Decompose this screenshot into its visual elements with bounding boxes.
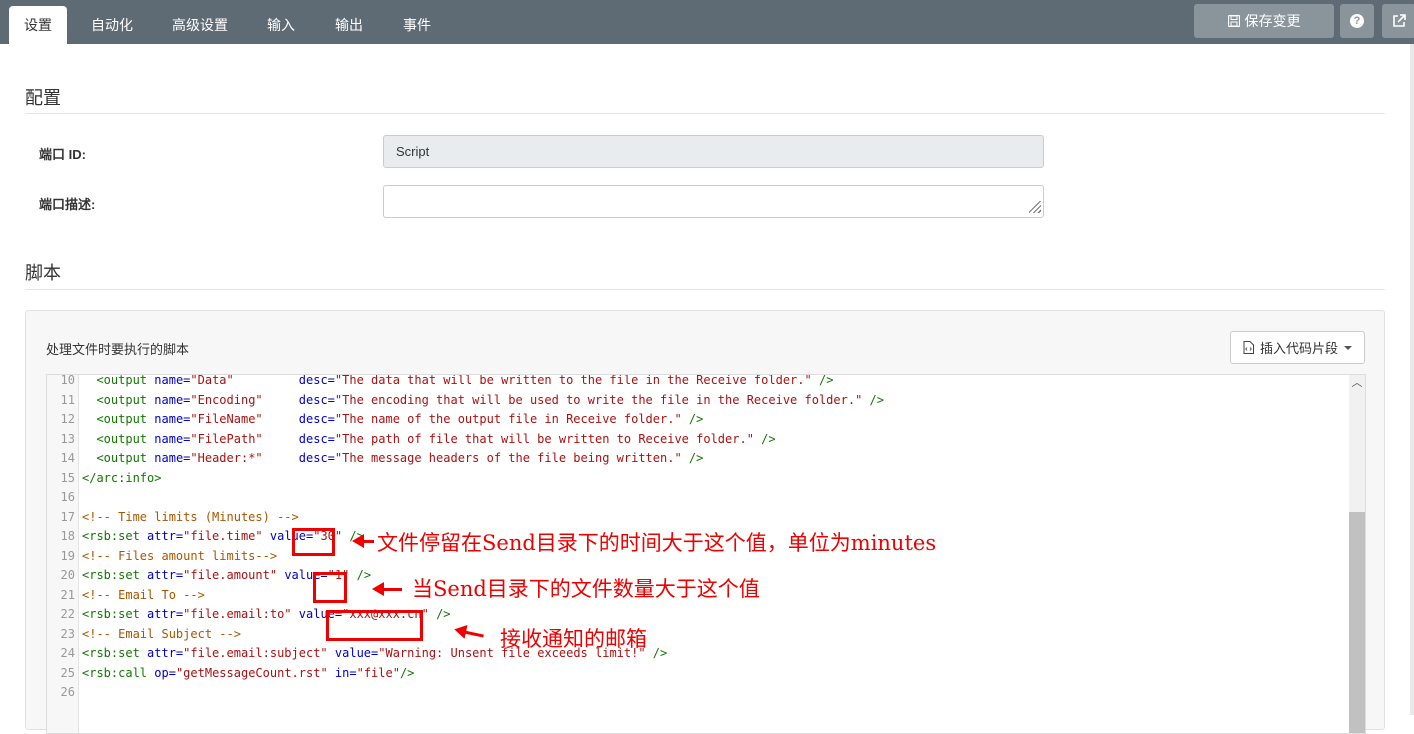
code-line: 25 <rsb:call op="getMessageCount.rst" in=…	[60, 665, 415, 680]
file-code-icon	[1243, 341, 1254, 354]
editor-scrollbar[interactable]: ︿	[1349, 375, 1365, 733]
divider	[25, 289, 1385, 290]
resize-grip-icon[interactable]	[1029, 201, 1043, 215]
script-section-title: 脚本	[25, 263, 61, 283]
editor-scroll-thumb[interactable]	[1349, 512, 1365, 733]
code-line: 15 </arc:info>	[60, 470, 162, 485]
port-description-textarea[interactable]	[383, 185, 1044, 218]
tab-events[interactable]: 事件	[392, 6, 442, 44]
config-section-title: 配置	[25, 88, 61, 108]
script-panel-label: 处理文件时要执行的脚本	[46, 342, 190, 357]
annotation-time: 文件停留在Send目录下的时间大于这个值，单位为minutes	[377, 531, 937, 555]
tab-automation[interactable]: 自动化	[80, 6, 144, 44]
code-line: 17 <!-- Time limits (Minutes) -->	[60, 509, 299, 524]
code-line: 16	[60, 490, 75, 504]
page-scrollbar[interactable]	[1410, 44, 1414, 715]
annotation-email: 接收通知的邮箱	[500, 627, 647, 651]
popout-button[interactable]	[1382, 4, 1414, 38]
code-line: 11 <output name="Encoding" desc="The enc…	[60, 392, 884, 407]
script-panel: 处理文件时要执行的脚本 插入代码片段 10 <output name="Data…	[25, 310, 1385, 734]
tab-advanced-settings[interactable]: 高级设置	[160, 6, 240, 44]
chevron-up-icon[interactable]: ︿	[1351, 377, 1363, 389]
insert-snippet-button[interactable]: 插入代码片段	[1230, 331, 1365, 364]
divider	[25, 113, 1385, 114]
tab-input[interactable]: 输入	[256, 6, 306, 44]
insert-snippet-label: 插入代码片段	[1259, 341, 1338, 356]
code-line: 22 <rsb:set attr="file.email:to" value="x…	[60, 607, 451, 621]
port-id-field: Script	[383, 135, 1044, 168]
highlight-box-email	[326, 610, 423, 641]
external-link-icon	[1393, 14, 1406, 27]
port-description-label: 端口描述:	[39, 197, 96, 212]
floppy-disk-icon	[1227, 15, 1240, 27]
question-circle-icon: ?	[1350, 14, 1364, 28]
code-line: 10 <output name="Data" desc="The data th…	[60, 374, 834, 387]
save-changes-label: 保存变更	[1244, 13, 1301, 29]
help-button[interactable]: ?	[1340, 4, 1374, 38]
highlight-box-amount	[313, 572, 347, 603]
save-changes-button[interactable]: 保存变更	[1194, 4, 1334, 38]
chevron-down-icon	[1344, 345, 1352, 350]
port-id-label: 端口 ID:	[39, 147, 86, 162]
code-line: 14 <output name="Header:*" desc="The mes…	[60, 451, 704, 465]
code-line: 12 <output name="FileName" desc="The nam…	[60, 412, 704, 426]
code-line: 24 <rsb:set attr="file.email:subject" val…	[60, 646, 668, 660]
highlight-box-time	[292, 528, 335, 556]
code-line: 23 <!-- Email Subject -->	[60, 626, 241, 641]
arrow-left-icon	[352, 534, 374, 548]
tab-settings[interactable]: 设置	[9, 6, 67, 44]
code-line: 26	[60, 685, 75, 699]
arrow-left-icon	[372, 582, 402, 596]
tab-output[interactable]: 输出	[324, 6, 374, 44]
code-line: 13 <output name="FilePath" desc="The pat…	[60, 431, 776, 446]
annotation-amount: 当Send目录下的文件数量大于这个值	[412, 577, 760, 601]
top-nav-bar: 设置 自动化 高级设置 输入 输出 事件 保存变更 ?	[0, 0, 1414, 44]
